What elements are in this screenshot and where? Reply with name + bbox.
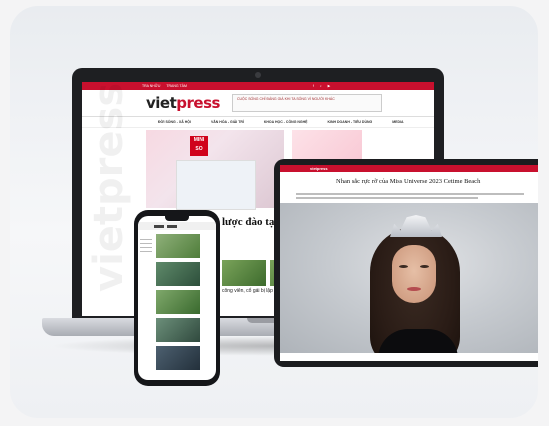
laptop-topbar: TRA NHỮU TRANG TÂM f ♪ ▶ xyxy=(82,82,434,90)
tablet-logo-accent: press xyxy=(316,166,328,171)
thumbnail[interactable] xyxy=(222,260,266,286)
article-photo[interactable] xyxy=(280,203,538,353)
tablet-topbar: vietpress xyxy=(280,165,538,172)
phone-image[interactable] xyxy=(156,234,200,258)
photo-lips xyxy=(407,287,421,291)
nav-item[interactable]: KHOA HỌC - CÔNG NGHỆ xyxy=(264,120,308,124)
crown-icon xyxy=(390,215,442,237)
nav-item[interactable]: KINH DOANH - TIÊU DÙNG xyxy=(328,120,373,124)
showcase-card: TRA NHỮU TRANG TÂM f ♪ ▶ vietpress CUỘC … xyxy=(10,6,538,418)
topbar-item[interactable]: TRANG TÂM xyxy=(166,84,187,88)
tablet-screen: vietpress Nhan sắc rực rỡ của Miss Unive… xyxy=(280,165,538,361)
phone-image[interactable] xyxy=(156,262,200,286)
phone-text xyxy=(140,236,152,255)
tablet-logo-main: viet xyxy=(310,166,317,171)
store-door xyxy=(176,160,256,210)
header-banner[interactable]: CUỘC SỐNG CHỈ ĐÁNG GIÁ KHI TA SỐNG VÌ NG… xyxy=(231,94,382,112)
phone-image[interactable] xyxy=(156,346,200,370)
tablet-device: vietpress Nhan sắc rực rỡ của Miss Unive… xyxy=(274,159,538,367)
nav-item[interactable]: ĐỜI SỐNG - XÃ HỘI xyxy=(158,120,191,124)
phone-image[interactable] xyxy=(156,318,200,342)
topbar-item[interactable]: TRA NHỮU xyxy=(142,84,160,88)
laptop-camera xyxy=(255,72,261,78)
tiktok-icon[interactable]: ♪ xyxy=(320,84,322,88)
site-header: vietpress CUỘC SỐNG CHỈ ĐÁNG GIÁ KHI TA … xyxy=(82,90,434,117)
nav-item[interactable]: MEDIA xyxy=(392,120,403,124)
site-logo[interactable]: vietpress xyxy=(146,94,220,112)
photo-eyes xyxy=(399,265,429,268)
phone-screen xyxy=(138,216,216,380)
phone-image[interactable] xyxy=(156,290,200,314)
article-text xyxy=(296,193,524,199)
store-sign: MINI SO xyxy=(190,136,208,156)
phone-device xyxy=(134,210,220,386)
phone-topbar xyxy=(138,222,216,230)
photo-face xyxy=(392,245,436,303)
nav-item[interactable]: VĂN HÓA - GIẢI TRÍ xyxy=(211,120,244,124)
youtube-icon[interactable]: ▶ xyxy=(328,84,331,88)
logo-accent: press xyxy=(176,94,220,112)
phone-notch xyxy=(165,216,189,221)
watermark: vietpress xyxy=(86,82,132,292)
facebook-icon[interactable]: f xyxy=(313,84,314,88)
hero-image[interactable]: MINI SO xyxy=(146,130,284,210)
article-title: Nhan sắc rực rỡ của Miss Universe 2023 C… xyxy=(336,178,481,185)
tablet-logo[interactable]: vietpress xyxy=(310,166,328,171)
main-nav: ĐỜI SỐNG - XÃ HỘI VĂN HÓA - GIẢI TRÍ KHO… xyxy=(82,117,434,128)
logo-main: viet xyxy=(146,94,177,112)
